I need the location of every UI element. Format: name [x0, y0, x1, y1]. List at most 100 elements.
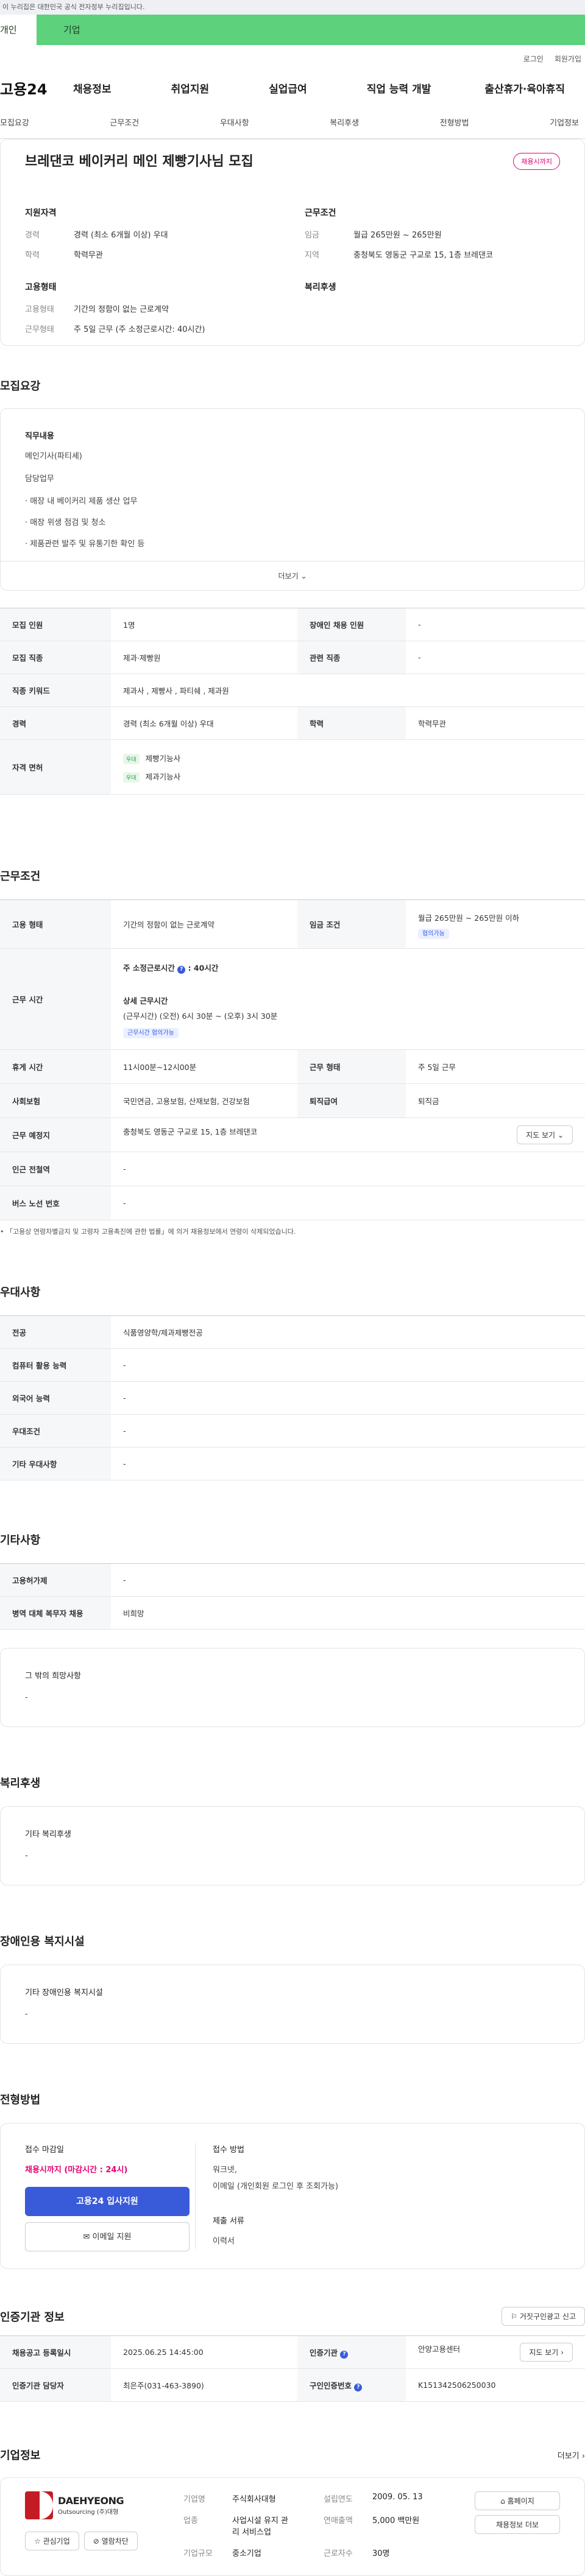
- cell-header: 모집 직종: [0, 641, 111, 674]
- email-apply-button[interactable]: ✉ 이메일 지원: [25, 2222, 190, 2251]
- site-logo[interactable]: 고용24: [0, 77, 73, 99]
- other-jobs-button[interactable]: 채용정보 더보: [475, 2515, 560, 2534]
- homepage-label: 홈페이지: [507, 2497, 534, 2505]
- emp-value: 주 5일 근무 (주 소정근로시간: 40시간): [74, 325, 205, 334]
- emp-key: 근무형태: [25, 325, 54, 334]
- cond-row: 임금 월급 265만원 ~ 265만원: [305, 228, 560, 240]
- cert-map-button[interactable]: 지도 보기 ›: [520, 2343, 573, 2362]
- cell-header: 고용 형태: [0, 899, 111, 949]
- lnb-work[interactable]: 근무조건: [110, 116, 139, 128]
- company-key: 기업명: [183, 2495, 205, 2504]
- cell-value: 충청북도 영동군 구교로 15, 1층 브레댄코 지도 보기 ⌄: [111, 1117, 585, 1152]
- interest-button[interactable]: ☆ 관심기업: [25, 2532, 79, 2550]
- doc-value: 이력서: [213, 2237, 235, 2246]
- cell-value: 비희망: [111, 1596, 585, 1630]
- table-row: 직종 키워드 제과사 , 제빵사 , 파티쉐 , 제과원: [0, 674, 585, 707]
- qual-value: 경력 (최소 6개월 이상) 우대: [74, 231, 168, 240]
- report-label: 거짓구인광고 신고: [519, 2312, 576, 2321]
- qual-row: 학력 학력무관: [25, 248, 280, 260]
- lnb-welfare[interactable]: 복리후생: [330, 116, 359, 128]
- company-value: 2009. 05. 13: [372, 2493, 423, 2502]
- weekly-hours: 주 소정근로시간 ? : 40시간: [123, 962, 573, 974]
- company-key: 연매출액: [324, 2516, 353, 2525]
- company-value: 주식회사대형: [232, 2495, 276, 2504]
- cell-value: -: [111, 1186, 585, 1220]
- cond-row: 지역 충청북도 영동군 구교로 15, 1층 브레댄코: [305, 248, 560, 260]
- company-more-link[interactable]: 더보기 ›: [558, 2449, 585, 2461]
- lnb-company[interactable]: 기업정보: [550, 116, 579, 128]
- cert-heading: 인증기관 정보: [0, 2310, 65, 2324]
- company-box: DAEHYEONG Outsourcing (주)대형 ☆ 관심기업 ⊘ 열람차…: [0, 2477, 585, 2576]
- cell-value: -: [111, 1381, 585, 1415]
- util-links: 로그인 회원가입: [0, 45, 585, 69]
- lnb-recruit[interactable]: 모집요강: [0, 116, 29, 128]
- more-button[interactable]: 더보기 ⌄: [1, 561, 584, 590]
- work-heading: 근무조건: [0, 870, 41, 883]
- company-value: 30명: [372, 2549, 390, 2558]
- homepage-button[interactable]: ⌂ 홈페이지: [475, 2491, 560, 2510]
- table-row: 고용허가제 -: [0, 1563, 585, 1597]
- cell-value: 11시00분~12시00분: [111, 1049, 297, 1084]
- apply-button[interactable]: 고용24 입사지원: [25, 2187, 190, 2216]
- time-negotiable-tag: 근무시간 협의가능: [123, 1028, 179, 1038]
- table-row: 우대조건 -: [0, 1414, 585, 1448]
- cert-org: 안양고용센터: [418, 2345, 461, 2354]
- cell-header: 학력: [297, 706, 406, 740]
- tab-personal[interactable]: 개인: [0, 15, 37, 45]
- gnb-leave[interactable]: 출산휴가·육아휴직: [484, 80, 565, 96]
- signup-link[interactable]: 회원가입: [555, 54, 581, 69]
- info-icon[interactable]: ?: [177, 966, 186, 974]
- job-bullet: · 제품관련 발주 및 유통기한 확인 등: [25, 540, 145, 549]
- cond-value: 충청북도 영동군 구교로 15, 1층 브레댄코: [353, 251, 494, 260]
- recruit-table: 모집 인원 1명 장애인 채용 인원 - 모집 직종 제과·제빵원 관련 직종 …: [0, 608, 585, 795]
- more-label: 더보기: [278, 572, 299, 580]
- tab-company[interactable]: 기업: [37, 15, 80, 45]
- cell-header: 인근 전철역: [0, 1152, 111, 1186]
- cell-value: 퇴직금: [406, 1083, 585, 1118]
- lnb-pref[interactable]: 우대사항: [220, 116, 249, 128]
- apply-box: 접수 마감일 채용시까지 (마감시간 : 24시) 고용24 입사지원 ✉ 이메…: [0, 2123, 585, 2269]
- login-link[interactable]: 로그인: [523, 54, 544, 69]
- company-value: 5,000 백만원: [372, 2516, 420, 2525]
- interest-label: 관심기업: [43, 2537, 70, 2546]
- cell-header: 채용공고 등록일시: [0, 2335, 111, 2369]
- info-icon[interactable]: ?: [354, 2383, 363, 2391]
- pay-value: 월급 265만원 ~ 265만원 이하: [418, 913, 520, 923]
- map-button[interactable]: 지도 보기 ⌄: [517, 1125, 573, 1144]
- gnb-training[interactable]: 직업 능력 개발: [367, 80, 431, 96]
- emp-row: 근무형태 주 5일 근무 (주 소정근로시간: 40시간): [25, 323, 280, 334]
- emp-value: 기간의 정함이 없는 근로계약: [74, 305, 169, 314]
- table-row: 버스 노선 번호 -: [0, 1186, 585, 1220]
- lnb-apply[interactable]: 전형방법: [440, 116, 469, 128]
- cell-value: 1명: [111, 608, 297, 641]
- method-value: 워크넷,: [213, 2166, 238, 2175]
- info-icon[interactable]: ?: [340, 2350, 349, 2359]
- cond-heading: 근무조건: [305, 208, 336, 218]
- job-desc-box: 직무내용 메인기사(파티셰) 담당업무 · 매장 내 베이커리 제품 생산 업무…: [0, 408, 585, 591]
- cell-value: 경력 (최소 6개월 이상) 우대: [111, 706, 297, 740]
- pref-tag: 우대: [123, 772, 140, 783]
- hope-label: 그 밖의 희망사항: [25, 1672, 81, 1681]
- job-bullet-text: 제품관련 발주 및 유통기한 확인 등: [30, 540, 145, 549]
- deadline-label: 접수 마감일: [25, 2145, 64, 2155]
- report-button[interactable]: ⚐ 거짓구인광고 신고: [502, 2307, 585, 2326]
- company-key: 설립연도: [324, 2495, 353, 2504]
- cell-value: -: [111, 1152, 585, 1186]
- cell-value: 주 소정근로시간 ? : 40시간 상세 근무시간 (근무시간) (오전) 6시…: [111, 948, 585, 1050]
- cell-header: 근무 형태: [297, 1049, 406, 1084]
- local-nav: 모집요강 근무조건 우대사항 복리후생 전형방법 기업정보: [0, 106, 585, 139]
- company-logo-mark: [25, 2491, 53, 2519]
- gnb-employment-support[interactable]: 취업지원: [171, 80, 210, 96]
- qual-value: 학력무관: [74, 251, 103, 260]
- pref-tag: 우대: [123, 753, 140, 764]
- weekly-label: 주 소정근로시간: [123, 963, 178, 973]
- block-button[interactable]: ⊘ 열람차단: [83, 2532, 138, 2550]
- job-bullet-text: 매장 위생 점검 및 청소: [30, 518, 106, 527]
- logo-sub: Outsourcing (주)대형: [58, 2507, 124, 2516]
- table-row: 컴퓨터 활용 능력 -: [0, 1348, 585, 1382]
- gnb-unemployment[interactable]: 실업급여: [269, 80, 307, 96]
- gnb-jobs[interactable]: 채용정보: [73, 80, 112, 96]
- table-row: 인증기관 담당자 최은주(031-463-3890) 구인인증번호 ? K151…: [0, 2368, 585, 2402]
- chevron-down-icon: ⌄: [557, 1131, 564, 1139]
- cond-key: 임금: [305, 231, 319, 240]
